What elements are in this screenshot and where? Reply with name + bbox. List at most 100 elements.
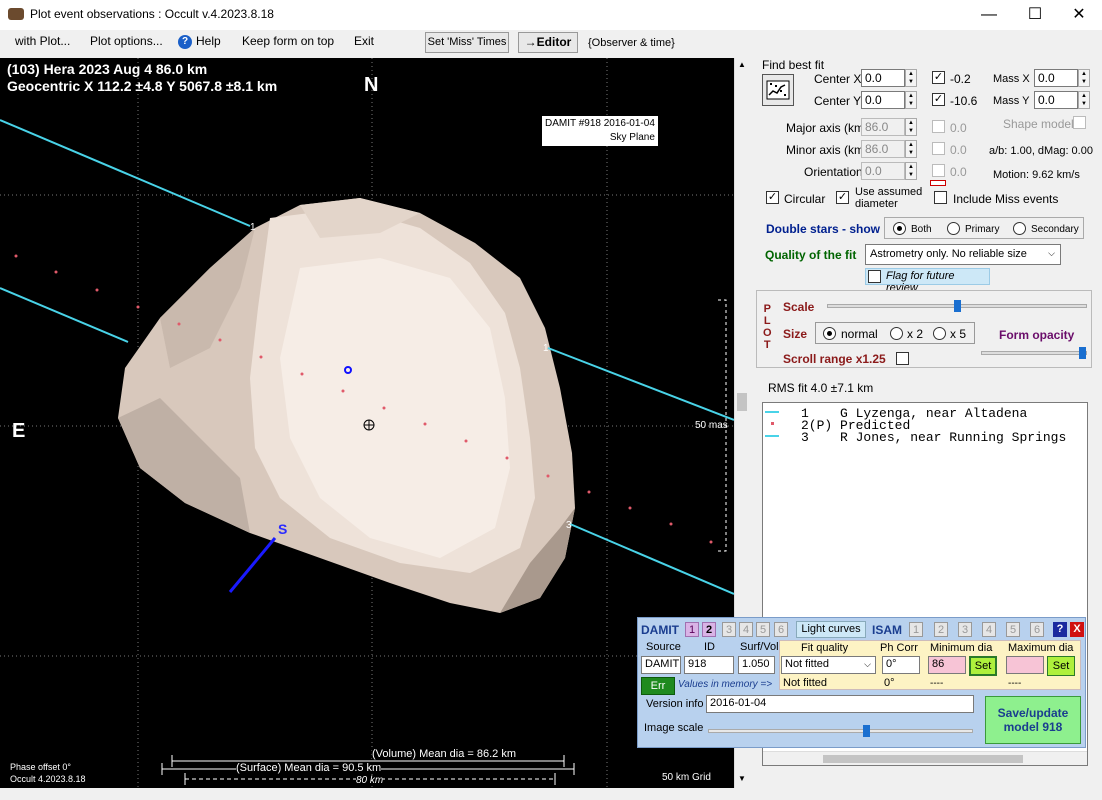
menu-with-plot[interactable]: with Plot...: [15, 34, 70, 48]
include-miss-checkbox[interactable]: [934, 191, 947, 204]
menu-plot-options[interactable]: Plot options...: [90, 34, 163, 48]
mass-x-spinner[interactable]: ▲ ▼: [1078, 69, 1090, 87]
damit-model-5[interactable]: 5: [756, 622, 770, 637]
isam-model-2[interactable]: 2: [934, 622, 948, 637]
minor-axis-spinner[interactable]: ▲ ▼: [905, 140, 917, 158]
center-x-input[interactable]: 0.0: [861, 69, 905, 87]
fit-orientation-checkbox[interactable]: [932, 164, 945, 177]
phcorr-field[interactable]: 0°: [882, 656, 920, 674]
err-button[interactable]: Err: [641, 677, 675, 695]
ellipse-color-swatch[interactable]: [930, 180, 946, 186]
quality-label: Quality of the fit: [765, 248, 857, 262]
menu-keep-on-top[interactable]: Keep form on top: [242, 34, 334, 48]
image-scale-slider[interactable]: [708, 725, 973, 737]
major-axis-spinner[interactable]: ▲ ▼: [905, 118, 917, 136]
damit-help-button[interactable]: ?: [1053, 622, 1067, 637]
radio-both[interactable]: [893, 222, 906, 235]
fit-x-checkbox[interactable]: ✓: [932, 71, 945, 84]
version-info-label: Version info: [646, 698, 704, 710]
ab-dmag-label: a/b: 1.00, dMag: 0.00: [989, 145, 1093, 157]
flag-review-box[interactable]: Flag for future review: [865, 268, 990, 294]
center-y-input[interactable]: 0.0: [861, 91, 905, 109]
use-assumed-checkbox[interactable]: ✓: [836, 191, 849, 204]
source-label: Source: [646, 641, 681, 653]
isam-model-5[interactable]: 5: [1006, 622, 1020, 637]
damit-model-1[interactable]: 1: [685, 622, 699, 637]
shape-model-checkbox[interactable]: [1073, 116, 1086, 129]
light-curves-button[interactable]: Light curves: [796, 621, 866, 638]
quality-select[interactable]: Astrometry only. No reliable size ⌵: [865, 244, 1061, 265]
form-opacity-slider-thumb[interactable]: [1079, 347, 1086, 359]
find-best-fit-button[interactable]: [762, 74, 794, 106]
max-dia-set-button[interactable]: Set: [1047, 656, 1075, 676]
circular-label: Circular: [784, 192, 826, 206]
isam-model-1[interactable]: 1: [909, 622, 923, 637]
center-x-spinner[interactable]: ▲ ▼: [905, 69, 917, 87]
scale-label: Scale: [783, 300, 815, 314]
radio-both-label: Both: [911, 224, 932, 235]
fit-y-checkbox[interactable]: ✓: [932, 93, 945, 106]
scroll-range-checkbox[interactable]: [896, 352, 909, 365]
radio-primary-label: Primary: [965, 224, 1000, 235]
list-item[interactable]: 3 R Jones, near Running Springs: [763, 430, 1087, 445]
close-icon[interactable]: ✕: [1056, 0, 1102, 30]
surfvol-field[interactable]: 1.050: [738, 656, 775, 674]
radio-secondary[interactable]: [1013, 222, 1026, 235]
menu-exit[interactable]: Exit: [354, 34, 374, 48]
plot-horizontal-scrollbar[interactable]: [0, 788, 734, 800]
id-field[interactable]: 918: [684, 656, 734, 674]
maximize-icon[interactable]: ☐: [1012, 0, 1058, 30]
image-scale-slider-thumb[interactable]: [863, 725, 870, 737]
source-field[interactable]: DAMIT: [641, 656, 681, 674]
size-normal-radio[interactable]: [823, 327, 836, 340]
plot-vertical-label: PLOT: [763, 303, 772, 351]
damit-model-4[interactable]: 4: [739, 622, 753, 637]
damit-close-button[interactable]: X: [1070, 622, 1084, 637]
mass-y-input[interactable]: 0.0: [1034, 91, 1078, 109]
size-x2-label: x 2: [907, 327, 924, 341]
list-horizontal-scrollbar[interactable]: [763, 751, 1087, 765]
isam-model-4[interactable]: 4: [982, 622, 996, 637]
form-opacity-slider[interactable]: [981, 347, 1087, 359]
mass-y-spinner[interactable]: ▲ ▼: [1078, 91, 1090, 109]
min-dia-field[interactable]: 86: [928, 656, 966, 674]
isam-model-6[interactable]: 6: [1030, 622, 1044, 637]
menu-help[interactable]: Help: [196, 34, 221, 48]
min-dia-memory: ----: [930, 678, 944, 689]
version-info-field[interactable]: 2016-01-04: [706, 695, 974, 713]
fit-minor-checkbox[interactable]: [932, 142, 945, 155]
fit-quality-select[interactable]: Not fitted ⌵: [781, 656, 876, 674]
min-dia-set-button[interactable]: Set: [969, 656, 997, 676]
isam-model-3[interactable]: 3: [958, 622, 972, 637]
help-icon[interactable]: ?: [178, 35, 192, 49]
damit-model-2[interactable]: 2: [702, 622, 716, 637]
set-miss-times-button[interactable]: Set 'Miss' Times: [425, 32, 509, 53]
plot-area[interactable]: (103) Hera 2023 Aug 4 86.0 km Geocentric…: [0, 58, 734, 788]
orientation-input[interactable]: 0.0: [861, 162, 905, 180]
center-y-spinner[interactable]: ▲ ▼: [905, 91, 917, 109]
minor-axis-input[interactable]: 86.0: [861, 140, 905, 158]
radio-secondary-label: Secondary: [1031, 224, 1079, 235]
size-x5-radio[interactable]: [933, 327, 946, 340]
orientation-label: Orientation: [804, 165, 863, 179]
mass-x-input[interactable]: 0.0: [1034, 69, 1078, 87]
orientation-spinner[interactable]: ▲ ▼: [905, 162, 917, 180]
quality-select-value: Astrometry only. No reliable size: [870, 248, 1027, 260]
radio-primary[interactable]: [947, 222, 960, 235]
scale-slider[interactable]: [827, 300, 1087, 312]
editor-button[interactable]: →Editor: [518, 32, 578, 53]
max-dia-field[interactable]: [1006, 656, 1044, 674]
scale-slider-thumb[interactable]: [954, 300, 961, 312]
south-pole-label: S: [278, 521, 288, 537]
size-x2-radio[interactable]: [890, 327, 903, 340]
damit-model-3[interactable]: 3: [722, 622, 736, 637]
use-assumed-label: Use assumed diameter: [855, 186, 923, 210]
major-axis-input[interactable]: 86.0: [861, 118, 905, 136]
minimize-icon[interactable]: —: [966, 0, 1012, 30]
save-update-model-button[interactable]: Save/update model 918: [985, 696, 1081, 744]
fit-major-checkbox[interactable]: [932, 120, 945, 133]
flag-review-checkbox[interactable]: [868, 270, 881, 283]
damit-panel: DAMIT 1 2 3 4 5 6 Light curves ISAM 1 2 …: [637, 617, 1086, 748]
damit-model-6[interactable]: 6: [774, 622, 788, 637]
circular-checkbox[interactable]: ✓: [766, 191, 779, 204]
